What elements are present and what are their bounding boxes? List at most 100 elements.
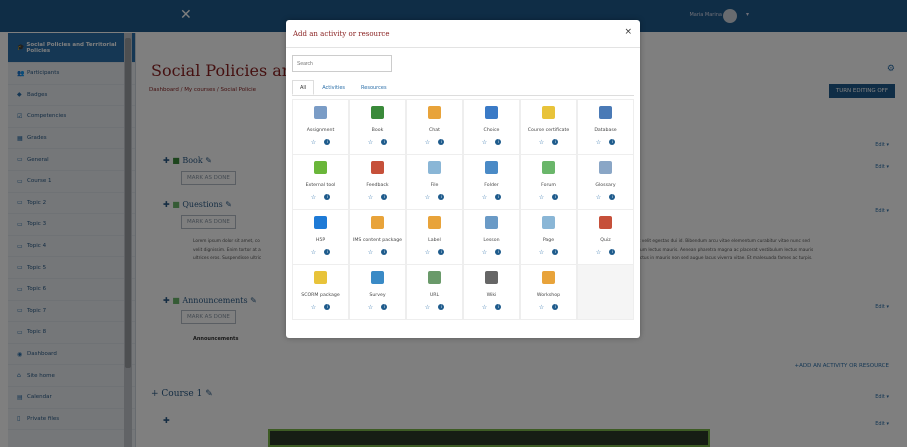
info-icon[interactable]: i: [552, 304, 559, 310]
activity-name: Course certificate: [527, 127, 570, 133]
survey-icon: [371, 271, 384, 284]
star-icon[interactable]: ☆: [311, 194, 316, 201]
activity-tile[interactable]: Survey ☆ i: [350, 265, 405, 319]
star-icon[interactable]: ☆: [311, 139, 316, 146]
activity-tile[interactable]: IMS content package ☆ i: [350, 210, 405, 264]
url-icon: [428, 271, 441, 284]
assignment-icon: [314, 106, 327, 119]
star-icon[interactable]: ☆: [311, 249, 316, 256]
star-icon[interactable]: ☆: [368, 139, 373, 146]
info-icon[interactable]: i: [438, 194, 445, 200]
activity-tile[interactable]: Folder ☆ i: [464, 155, 519, 209]
star-icon[interactable]: ☆: [311, 304, 316, 311]
activity-tile[interactable]: Glossary ☆ i: [578, 155, 633, 209]
info-icon[interactable]: i: [609, 139, 616, 145]
activity-tile[interactable]: Page ☆ i: [521, 210, 576, 264]
divider: [292, 95, 634, 96]
quiz-icon: [599, 216, 612, 229]
activity-tile[interactable]: Forum ☆ i: [521, 155, 576, 209]
activity-tile[interactable]: Chat ☆ i: [407, 100, 462, 154]
tile-actions: ☆ i: [596, 249, 616, 256]
close-icon[interactable]: ×: [624, 27, 632, 37]
add-activity-modal: Add an activity or resource × All Activi…: [286, 20, 640, 338]
info-icon[interactable]: i: [609, 194, 616, 200]
activity-name: Database: [594, 127, 617, 133]
scorm-icon: [314, 271, 327, 284]
activity-tile[interactable]: Label ☆ i: [407, 210, 462, 264]
database-icon: [599, 106, 612, 119]
star-icon[interactable]: ☆: [482, 249, 487, 256]
star-icon[interactable]: ☆: [539, 139, 544, 146]
tab-all[interactable]: All: [292, 80, 315, 95]
star-icon[interactable]: ☆: [368, 304, 373, 311]
star-icon[interactable]: ☆: [368, 249, 373, 256]
activity-tile[interactable]: Quiz ☆ i: [578, 210, 633, 264]
info-icon[interactable]: i: [552, 194, 559, 200]
activity-tile[interactable]: Database ☆ i: [578, 100, 633, 154]
star-icon[interactable]: ☆: [539, 249, 544, 256]
file-icon: [428, 161, 441, 174]
star-icon[interactable]: ☆: [368, 194, 373, 201]
activity-name: Assignment: [306, 127, 335, 133]
info-icon[interactable]: i: [438, 139, 445, 145]
star-icon[interactable]: ☆: [425, 249, 430, 256]
star-icon[interactable]: ☆: [482, 139, 487, 146]
activity-tile[interactable]: Workshop ☆ i: [521, 265, 576, 319]
activity-tile[interactable]: Lesson ☆ i: [464, 210, 519, 264]
activity-tile[interactable]: H5P ☆ i: [293, 210, 348, 264]
tile-actions: ☆ i: [596, 194, 616, 201]
tile-actions: ☆ i: [368, 194, 388, 201]
empty-tile: [578, 265, 633, 319]
tile-actions: ☆ i: [425, 194, 445, 201]
tab-activities[interactable]: Activities: [314, 80, 353, 95]
activity-tile[interactable]: File ☆ i: [407, 155, 462, 209]
info-icon[interactable]: i: [609, 249, 616, 255]
tile-actions: ☆ i: [368, 139, 388, 146]
activity-tile[interactable]: SCORM package ☆ i: [293, 265, 348, 319]
divider: [286, 47, 640, 48]
star-icon[interactable]: ☆: [425, 304, 430, 311]
info-icon[interactable]: i: [324, 304, 331, 310]
star-icon[interactable]: ☆: [539, 304, 544, 311]
star-icon[interactable]: ☆: [596, 194, 601, 201]
activity-tile[interactable]: Assignment ☆ i: [293, 100, 348, 154]
info-icon[interactable]: i: [324, 139, 331, 145]
activity-tile[interactable]: URL ☆ i: [407, 265, 462, 319]
star-icon[interactable]: ☆: [425, 194, 430, 201]
info-icon[interactable]: i: [324, 249, 331, 255]
info-icon[interactable]: i: [552, 139, 559, 145]
info-icon[interactable]: i: [495, 194, 502, 200]
tab-resources[interactable]: Resources: [353, 80, 395, 95]
tile-actions: ☆ i: [311, 304, 331, 311]
star-icon[interactable]: ☆: [596, 139, 601, 146]
activity-tile[interactable]: External tool ☆ i: [293, 155, 348, 209]
info-icon[interactable]: i: [495, 304, 502, 310]
activity-name: Choice: [483, 127, 500, 133]
star-icon[interactable]: ☆: [539, 194, 544, 201]
tabs: All Activities Resources: [292, 80, 395, 95]
info-icon[interactable]: i: [381, 249, 388, 255]
activity-tile[interactable]: Feedback ☆ i: [350, 155, 405, 209]
star-icon[interactable]: ☆: [425, 139, 430, 146]
star-icon[interactable]: ☆: [482, 304, 487, 311]
info-icon[interactable]: i: [381, 304, 388, 310]
star-icon[interactable]: ☆: [482, 194, 487, 201]
activity-tile[interactable]: Course certificate ☆ i: [521, 100, 576, 154]
modal-title: Add an activity or resource: [293, 30, 390, 38]
info-icon[interactable]: i: [552, 249, 559, 255]
info-icon[interactable]: i: [438, 249, 445, 255]
tile-actions: ☆ i: [539, 194, 559, 201]
tile-actions: ☆ i: [539, 139, 559, 146]
info-icon[interactable]: i: [495, 139, 502, 145]
star-icon[interactable]: ☆: [596, 249, 601, 256]
page-icon: [542, 216, 555, 229]
activity-tile[interactable]: Wiki ☆ i: [464, 265, 519, 319]
info-icon[interactable]: i: [381, 194, 388, 200]
activity-tile[interactable]: Book ☆ i: [350, 100, 405, 154]
info-icon[interactable]: i: [495, 249, 502, 255]
info-icon[interactable]: i: [381, 139, 388, 145]
search-input[interactable]: [292, 55, 392, 72]
info-icon[interactable]: i: [324, 194, 331, 200]
info-icon[interactable]: i: [438, 304, 445, 310]
activity-tile[interactable]: Choice ☆ i: [464, 100, 519, 154]
